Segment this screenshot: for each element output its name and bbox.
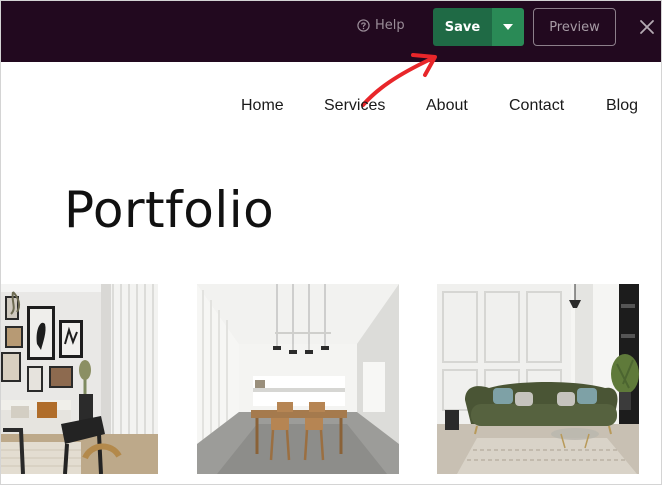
preview-button[interactable]: Preview: [533, 8, 616, 46]
nav-item-about[interactable]: About: [426, 97, 468, 115]
portfolio-image-green-sofa-room[interactable]: [437, 284, 639, 474]
help-label: Help: [375, 18, 405, 33]
nav-item-home[interactable]: Home: [241, 97, 284, 115]
nav-item-contact[interactable]: Contact: [509, 97, 564, 115]
builder-toolbar: Help Save Preview: [1, 1, 661, 62]
page-title: Portfolio: [64, 181, 275, 239]
site-nav: Home Services About Contact Blog: [1, 97, 661, 119]
nav-item-blog[interactable]: Blog: [606, 97, 638, 115]
page-frame: Help Save Preview Home Services About Co…: [0, 0, 662, 485]
portfolio-image-dining-room[interactable]: [197, 284, 399, 474]
green-sofa-room-photo: [437, 284, 639, 474]
save-button-group: Save: [433, 8, 524, 46]
question-circle-icon: [357, 19, 370, 32]
save-options-dropdown[interactable]: [492, 8, 524, 46]
portfolio-image-living-room[interactable]: [1, 284, 158, 474]
living-room-photo: [1, 284, 158, 474]
close-icon: [640, 20, 654, 34]
close-button[interactable]: [637, 17, 657, 37]
dining-room-photo: [197, 284, 399, 474]
help-link[interactable]: Help: [357, 18, 405, 33]
caret-down-icon: [503, 24, 513, 30]
save-button[interactable]: Save: [433, 8, 492, 46]
nav-item-services[interactable]: Services: [324, 97, 385, 115]
